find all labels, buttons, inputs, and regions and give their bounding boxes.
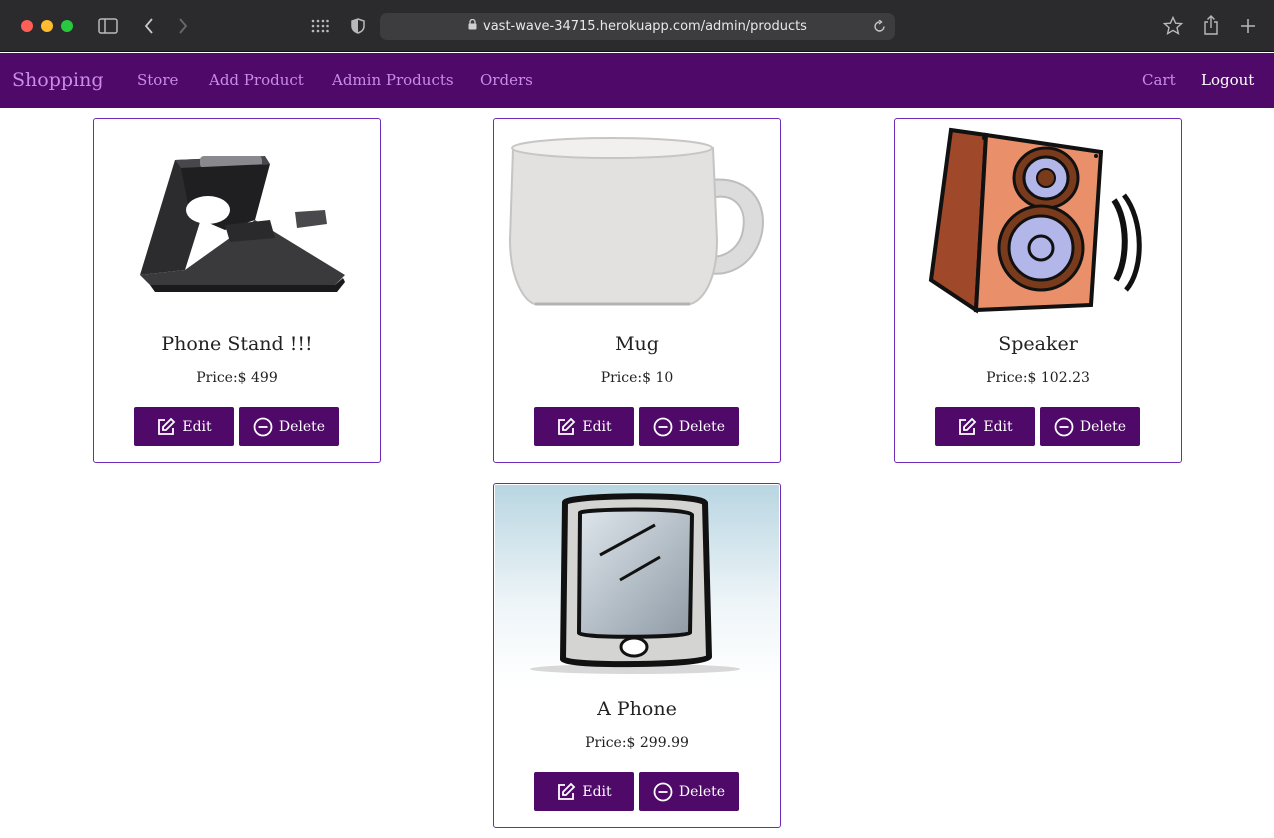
minimize-window-button[interactable] bbox=[41, 20, 53, 32]
product-title: Phone Stand !!! bbox=[161, 333, 313, 355]
edit-button[interactable]: Edit bbox=[134, 407, 234, 446]
delete-button-label: Delete bbox=[678, 783, 726, 800]
edit-button-label: Edit bbox=[182, 418, 212, 435]
address-bar[interactable]: vast-wave-34715.herokuapp.com/admin/prod… bbox=[380, 13, 895, 40]
product-price: Price:$ 299.99 bbox=[585, 735, 689, 751]
nav-link-cart[interactable]: Cart bbox=[1142, 53, 1176, 108]
product-image-speaker bbox=[896, 120, 1180, 318]
url-text: vast-wave-34715.herokuapp.com/admin/prod… bbox=[483, 19, 807, 34]
browser-toolbar: vast-wave-34715.herokuapp.com/admin/prod… bbox=[0, 0, 1274, 52]
reload-icon[interactable] bbox=[869, 13, 889, 43]
product-image-mug bbox=[495, 120, 779, 318]
lock-icon bbox=[468, 13, 477, 40]
back-icon[interactable] bbox=[140, 14, 158, 38]
close-window-button[interactable] bbox=[21, 20, 33, 32]
product-card: A Phone Price:$ 299.99 Edit Delete bbox=[493, 483, 781, 828]
delete-button-label: Delete bbox=[1079, 418, 1127, 435]
delete-button[interactable]: Delete bbox=[1040, 407, 1140, 446]
tab-overview-icon[interactable] bbox=[310, 14, 330, 38]
nav-link-orders[interactable]: Orders bbox=[480, 53, 533, 108]
product-title: Mug bbox=[615, 333, 659, 355]
delete-button[interactable]: Delete bbox=[239, 407, 339, 446]
product-price: Price:$ 102.23 bbox=[986, 370, 1090, 386]
edit-icon bbox=[558, 782, 576, 800]
brand-link[interactable]: Shopping bbox=[12, 53, 104, 108]
minus-circle-icon bbox=[1054, 417, 1074, 436]
product-card: Phone Stand !!! Price:$ 499 Edit Delete bbox=[93, 118, 381, 463]
nav-link-add-product[interactable]: Add Product bbox=[209, 53, 304, 108]
minus-circle-icon bbox=[653, 782, 673, 801]
logout-link[interactable]: Logout bbox=[1201, 53, 1254, 108]
nav-link-admin-products[interactable]: Admin Products bbox=[332, 53, 454, 108]
product-card: Mug Price:$ 10 Edit Delete bbox=[493, 118, 781, 463]
edit-button-label: Edit bbox=[582, 418, 612, 435]
forward-icon[interactable] bbox=[174, 14, 192, 38]
product-title: Speaker bbox=[998, 333, 1078, 355]
product-image-phone bbox=[495, 485, 779, 683]
privacy-shield-icon[interactable] bbox=[349, 14, 367, 38]
edit-icon bbox=[959, 417, 977, 435]
product-title: A Phone bbox=[597, 698, 677, 720]
edit-icon bbox=[158, 417, 176, 435]
bookmark-star-icon[interactable] bbox=[1162, 14, 1184, 38]
edit-button-label: Edit bbox=[983, 418, 1013, 435]
minus-circle-icon bbox=[653, 417, 673, 436]
maximize-window-button[interactable] bbox=[61, 20, 73, 32]
new-tab-icon[interactable] bbox=[1238, 14, 1258, 38]
nav-link-store[interactable]: Store bbox=[137, 53, 178, 108]
delete-button-label: Delete bbox=[678, 418, 726, 435]
minus-circle-icon bbox=[253, 417, 273, 436]
edit-button[interactable]: Edit bbox=[935, 407, 1035, 446]
product-card: Speaker Price:$ 102.23 Edit Delete bbox=[894, 118, 1182, 463]
sidebar-icon[interactable] bbox=[96, 14, 120, 38]
share-icon[interactable] bbox=[1201, 14, 1221, 38]
delete-button[interactable]: Delete bbox=[639, 407, 739, 446]
product-price: Price:$ 499 bbox=[196, 370, 278, 386]
product-image-phone-stand bbox=[95, 120, 379, 318]
edit-button[interactable]: Edit bbox=[534, 772, 634, 811]
edit-icon bbox=[558, 417, 576, 435]
delete-button-label: Delete bbox=[278, 418, 326, 435]
edit-button[interactable]: Edit bbox=[534, 407, 634, 446]
main-navbar: Shopping Store Add Product Admin Product… bbox=[0, 53, 1274, 108]
product-price: Price:$ 10 bbox=[600, 370, 674, 386]
edit-button-label: Edit bbox=[582, 783, 612, 800]
delete-button[interactable]: Delete bbox=[639, 772, 739, 811]
